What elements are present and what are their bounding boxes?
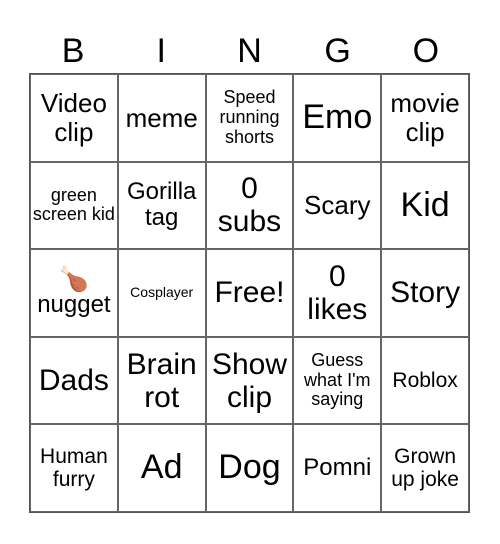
bingo-cell[interactable]: Cosplayer xyxy=(117,249,206,337)
cell-text: Pomni xyxy=(303,453,372,481)
bingo-grid: Video clip meme Speed running shorts Emo… xyxy=(29,73,470,513)
cell-text: Roblox xyxy=(392,369,458,393)
header-letter-o: O xyxy=(412,32,440,70)
cell-text: Speed running shorts xyxy=(219,87,280,147)
bingo-cell[interactable]: 0 likes xyxy=(293,249,382,337)
header-letter-i: I xyxy=(156,32,166,70)
cell-text: Cosplayer xyxy=(130,284,194,301)
cell-text: Guess what I'm saying xyxy=(304,349,371,410)
bingo-cell[interactable]: Grown up joke xyxy=(381,424,469,512)
bingo-cell[interactable]: Video clip xyxy=(30,74,118,162)
bingo-cell[interactable]: Story xyxy=(381,249,469,337)
bingo-cell[interactable]: Scary xyxy=(293,161,382,250)
bingo-cell-free[interactable]: Free! xyxy=(205,249,294,337)
bingo-cell[interactable]: Brain rot xyxy=(117,336,206,425)
cell-text: Human furry xyxy=(40,445,108,492)
bingo-cell[interactable]: movie clip xyxy=(381,74,469,162)
bingo-cell[interactable]: Roblox xyxy=(381,336,469,425)
cell-text: Grown up joke xyxy=(391,445,459,492)
bingo-cell[interactable]: Pomni xyxy=(293,424,382,512)
bingo-cell[interactable]: 0 subs xyxy=(205,161,294,250)
cell-text: meme xyxy=(125,102,198,133)
cell-text: Story xyxy=(390,276,461,310)
bingo-cell[interactable]: Ad xyxy=(117,424,206,512)
cell-text: Free! xyxy=(214,276,285,310)
header-letter-n: N xyxy=(237,32,262,70)
cell-text: Dog xyxy=(218,448,281,487)
cell-text: Dads xyxy=(38,364,109,398)
bingo-cell[interactable]: Speed running shorts xyxy=(205,74,294,162)
cell-text: green screen kid xyxy=(32,184,115,225)
cell-text: Emo xyxy=(302,98,373,137)
cell-text: nugget xyxy=(37,290,111,318)
bingo-cell[interactable]: Gorilla tag xyxy=(117,161,206,250)
bingo-cell[interactable]: Emo xyxy=(293,74,382,162)
bingo-cell[interactable]: Dog xyxy=(205,424,294,512)
cell-text: Kid xyxy=(400,185,450,224)
cell-text: Scary xyxy=(304,190,371,221)
cell-text: 0 likes xyxy=(307,259,368,326)
bingo-cell[interactable]: green screen kid xyxy=(30,161,118,250)
bingo-cell[interactable]: 🍗 nugget xyxy=(30,249,118,337)
bingo-cell[interactable]: Human furry xyxy=(30,424,118,512)
cell-text: Brain rot xyxy=(126,347,197,414)
cell-text: Ad xyxy=(140,448,183,487)
cell-text: Show clip xyxy=(211,347,288,414)
bingo-cell[interactable]: Kid xyxy=(381,161,469,250)
header-letter-b: B xyxy=(61,32,85,70)
cell-text: 0 subs xyxy=(217,172,282,239)
bingo-cell[interactable]: Dads xyxy=(30,336,118,425)
poultry-leg-icon: 🍗 xyxy=(58,265,89,293)
cell-text: movie clip xyxy=(390,88,460,147)
bingo-cell[interactable]: Show clip xyxy=(205,336,294,425)
cell-text: Video clip xyxy=(40,88,107,147)
bingo-cell[interactable]: Guess what I'm saying xyxy=(293,336,382,425)
bingo-header: B I N G O xyxy=(29,30,470,72)
cell-text: Gorilla tag xyxy=(127,178,197,232)
header-letter-g: G xyxy=(324,32,351,70)
bingo-cell[interactable]: meme xyxy=(117,74,206,162)
